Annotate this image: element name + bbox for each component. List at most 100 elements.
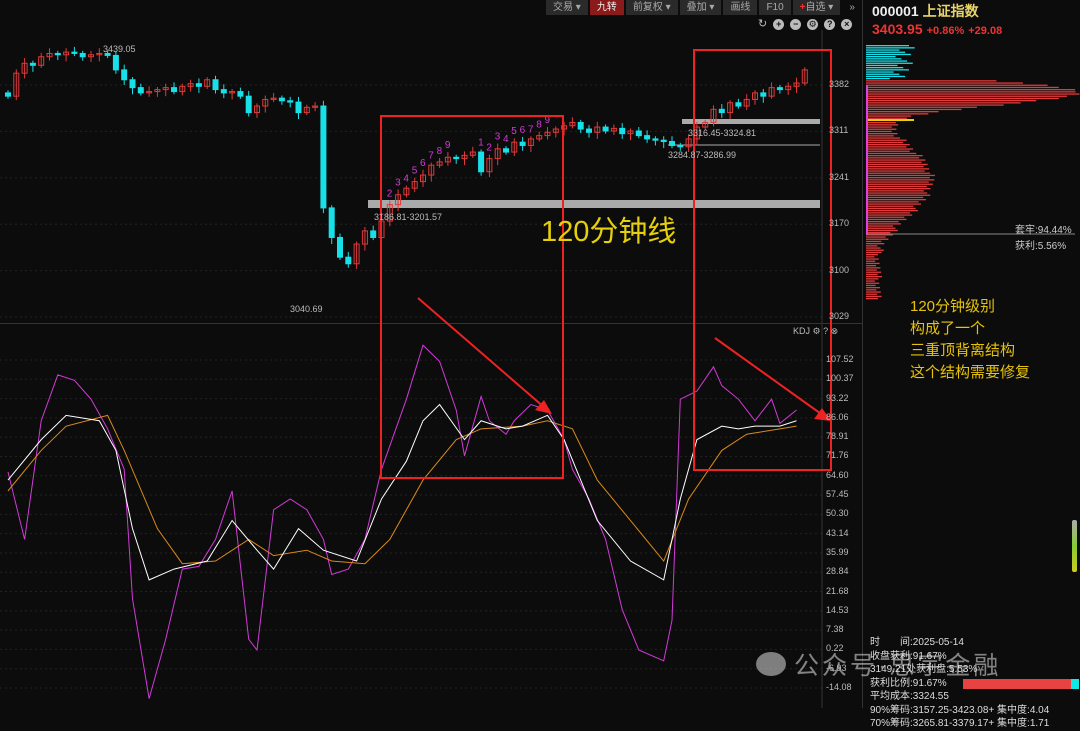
nine-count: 8 — [437, 146, 443, 157]
candle — [295, 101, 302, 114]
candle — [776, 87, 783, 91]
scrollbar[interactable] — [1072, 520, 1077, 572]
candle — [718, 108, 725, 114]
chip-bar — [866, 124, 899, 126]
chip-bar — [866, 174, 935, 177]
chip-bar — [866, 58, 902, 60]
chip-bar — [866, 289, 877, 291]
chip-bar — [866, 232, 891, 234]
kdj-tick: 64.60 — [826, 469, 849, 480]
chip-bar — [866, 108, 962, 111]
kdj-tick: 71.76 — [826, 450, 849, 461]
chip-bar — [866, 278, 879, 280]
chip-bar — [866, 73, 900, 75]
chip-bar — [866, 49, 900, 51]
candle — [660, 139, 667, 143]
chip-bar — [866, 135, 894, 137]
chip-bar — [866, 247, 881, 249]
loss-bar — [1071, 678, 1079, 689]
chip-bar — [866, 293, 878, 295]
chip-bar — [866, 249, 884, 251]
chip-bar — [866, 111, 939, 113]
nine-count: 2 — [387, 189, 393, 200]
nine-count: 8 — [536, 120, 542, 131]
chip-bar — [866, 69, 909, 71]
chip-bar — [866, 265, 876, 267]
candle — [112, 54, 119, 71]
kdj-line-k — [7, 403, 797, 581]
chip-bar — [866, 104, 1004, 106]
chip-bar — [866, 179, 935, 181]
kdj-tick: 14.53 — [826, 604, 849, 615]
note-line: 这个结构需要修复 — [910, 364, 1031, 381]
price-tick: 3170 — [829, 218, 850, 229]
zone2-label: 3316.45-3324.81 — [688, 128, 757, 138]
chip-bar — [866, 240, 882, 243]
nine-count: 5 — [412, 166, 418, 177]
chip-bar — [866, 203, 921, 205]
nine-count: 3 — [395, 177, 401, 188]
chip-bar — [866, 139, 907, 141]
chip-bar — [866, 95, 1068, 97]
candle — [5, 92, 11, 97]
candle — [29, 62, 36, 66]
candle — [602, 126, 609, 132]
chip-bar — [866, 60, 908, 62]
chip-bar — [866, 133, 898, 135]
price-tick: 3382 — [829, 79, 850, 89]
chip-bar — [866, 82, 1023, 84]
price-tick: 3029 — [829, 311, 850, 321]
candle — [220, 89, 227, 94]
candle — [345, 256, 352, 265]
chip-bar — [866, 78, 890, 80]
kdj-tick: 100.37 — [826, 373, 854, 384]
chip-bar — [866, 205, 914, 207]
nine-count: 1 — [478, 137, 484, 148]
timeframe-annotation: 120分钟线 — [541, 216, 677, 248]
candle — [519, 141, 526, 146]
chip-bar — [866, 166, 924, 168]
note-line: 三重顶背离结构 — [910, 342, 1016, 359]
chip-bar — [866, 236, 886, 238]
info-avg-cost: 平均成本:3324.55 — [870, 691, 949, 702]
watermark: 公众号·思宇金融 — [756, 646, 1001, 682]
chip-bar — [866, 287, 880, 289]
chip-bar — [866, 146, 907, 148]
candle — [644, 135, 651, 140]
kdj-tick: 0.22 — [826, 643, 844, 654]
chip-bar — [866, 106, 977, 108]
chip-bar — [866, 102, 1021, 104]
profit-ratio: 获利:5.56% — [1015, 241, 1067, 252]
kdj-tick: 50.30 — [826, 508, 849, 519]
chip-bar — [866, 280, 875, 282]
chip-bar — [866, 227, 896, 229]
chip-bar — [866, 284, 876, 287]
chip-bar — [866, 117, 907, 119]
chip-bar — [866, 243, 885, 245]
kdj-tick: 43.14 — [826, 527, 849, 538]
chip-bar — [866, 137, 901, 139]
chip-bar — [866, 144, 910, 146]
kdj-tick: 78.91 — [826, 431, 849, 442]
candle — [453, 156, 460, 160]
chip-bar — [866, 267, 881, 269]
candle — [328, 207, 335, 238]
chip-bar — [866, 168, 930, 170]
chip-bar — [866, 262, 880, 265]
chip-bar — [866, 254, 878, 256]
nine-count: 6 — [520, 125, 526, 136]
candle — [287, 100, 294, 103]
chip-bar — [866, 216, 905, 218]
chip-bar — [866, 161, 922, 163]
chip-bar — [866, 273, 878, 276]
chip-bar — [866, 185, 927, 188]
chip-bar — [866, 295, 882, 298]
kdj-tick: 93.22 — [826, 392, 849, 403]
support-zone — [368, 200, 820, 208]
candle — [677, 144, 684, 148]
chip-bar — [866, 170, 925, 172]
chip-bar — [866, 122, 896, 124]
chip-bar — [866, 225, 894, 227]
price-tick: 3311 — [829, 125, 849, 136]
chip-bar — [866, 115, 912, 117]
